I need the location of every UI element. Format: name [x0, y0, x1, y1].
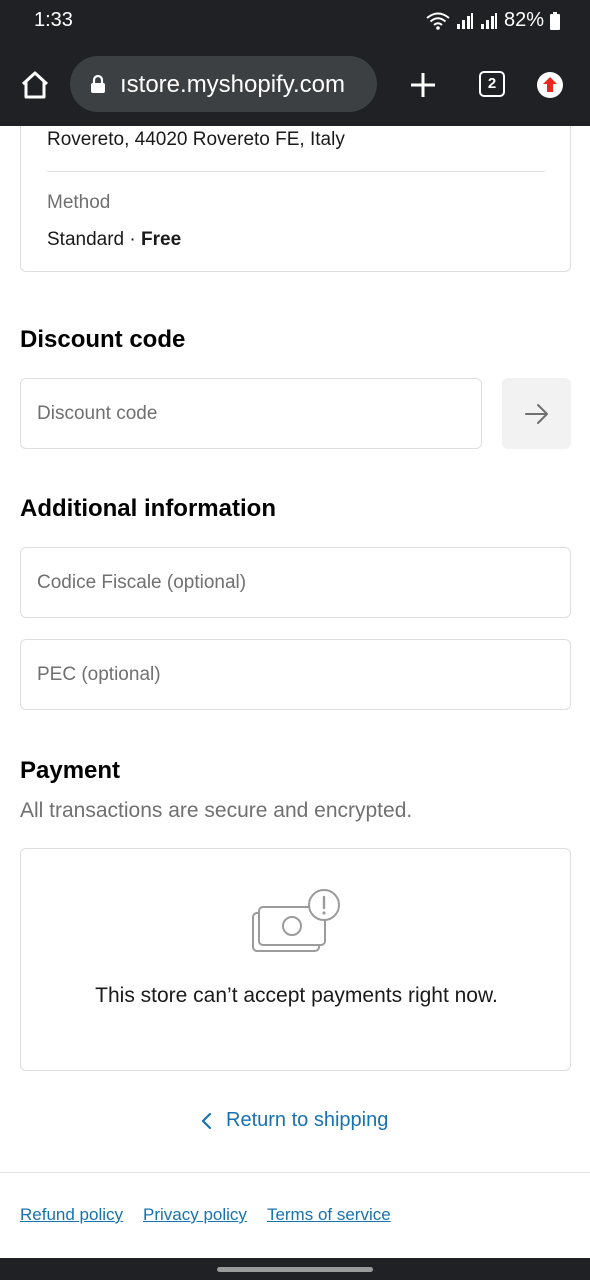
shipping-address: Rovereto, 44020 Rovereto FE, Italy: [47, 129, 345, 150]
status-bar: 1:33 82%: [0, 0, 590, 42]
method-label: Method: [47, 192, 111, 213]
method-name: Standard: [47, 229, 125, 250]
home-icon: [21, 71, 49, 99]
url-text: ıstore.myshopify.com: [120, 71, 345, 98]
discount-title: Discount code: [20, 326, 186, 353]
pec-input[interactable]: [21, 640, 570, 709]
additional-info-title: Additional information: [20, 495, 276, 522]
divider: [47, 171, 545, 172]
method-value: Standard · Free: [47, 229, 181, 251]
wifi-icon: [426, 12, 450, 30]
payment-subtitle: All transactions are secure and encrypte…: [20, 799, 413, 822]
gesture-handle[interactable]: [217, 1267, 373, 1272]
return-to-shipping-link[interactable]: Return to shipping: [200, 1109, 388, 1132]
shipping-review-card: Rovereto, 44020 Rovereto FE, Italy Metho…: [20, 126, 571, 272]
payment-unavailable-card: This store can’t accept payments right n…: [20, 848, 571, 1071]
footer-divider: [0, 1172, 590, 1173]
payment-warning-icon: [252, 889, 340, 952]
address-bar[interactable]: ıstore.myshopify.com: [70, 56, 377, 112]
refund-policy-link[interactable]: Refund policy: [20, 1205, 123, 1225]
method-price: Free: [141, 229, 182, 250]
discount-code-input[interactable]: [21, 379, 481, 448]
payment-unavailable-message: This store can’t accept payments right n…: [95, 984, 498, 1007]
codice-fiscale-field[interactable]: [20, 547, 571, 618]
browser-toolbar: ıstore.myshopify.com 2: [0, 42, 590, 126]
footer-links: Refund policy Privacy policy Terms of se…: [20, 1205, 391, 1225]
payment-title: Payment: [20, 757, 121, 784]
system-navigation-bar: [0, 1258, 590, 1280]
terms-of-service-link[interactable]: Terms of service: [267, 1205, 391, 1225]
update-arrow-icon: [537, 72, 563, 98]
signal-icon-2: [480, 12, 498, 29]
apply-discount-button[interactable]: [502, 378, 571, 449]
chevron-left-icon: [201, 1112, 212, 1129]
status-icons: 82%: [426, 9, 560, 32]
return-label: Return to shipping: [226, 1109, 389, 1131]
battery-icon: [550, 11, 560, 30]
status-time: 1:33: [34, 9, 73, 31]
method-separator: ·: [124, 229, 142, 250]
pec-field[interactable]: [20, 639, 571, 710]
new-tab-button[interactable]: [406, 68, 440, 102]
plus-icon: [411, 73, 435, 97]
lock-icon: [91, 74, 105, 93]
privacy-policy-link[interactable]: Privacy policy: [143, 1205, 247, 1225]
discount-field[interactable]: [20, 378, 482, 449]
arrow-right-icon: [524, 403, 548, 424]
update-button[interactable]: [536, 71, 564, 99]
signal-icon: [456, 12, 474, 29]
checkout-page: Rovereto, 44020 Rovereto FE, Italy Metho…: [0, 126, 590, 1258]
codice-fiscale-input[interactable]: [21, 548, 570, 617]
tab-switcher-button[interactable]: 2: [479, 71, 505, 97]
battery-percentage: 82%: [503, 9, 544, 31]
home-button[interactable]: [16, 66, 54, 104]
